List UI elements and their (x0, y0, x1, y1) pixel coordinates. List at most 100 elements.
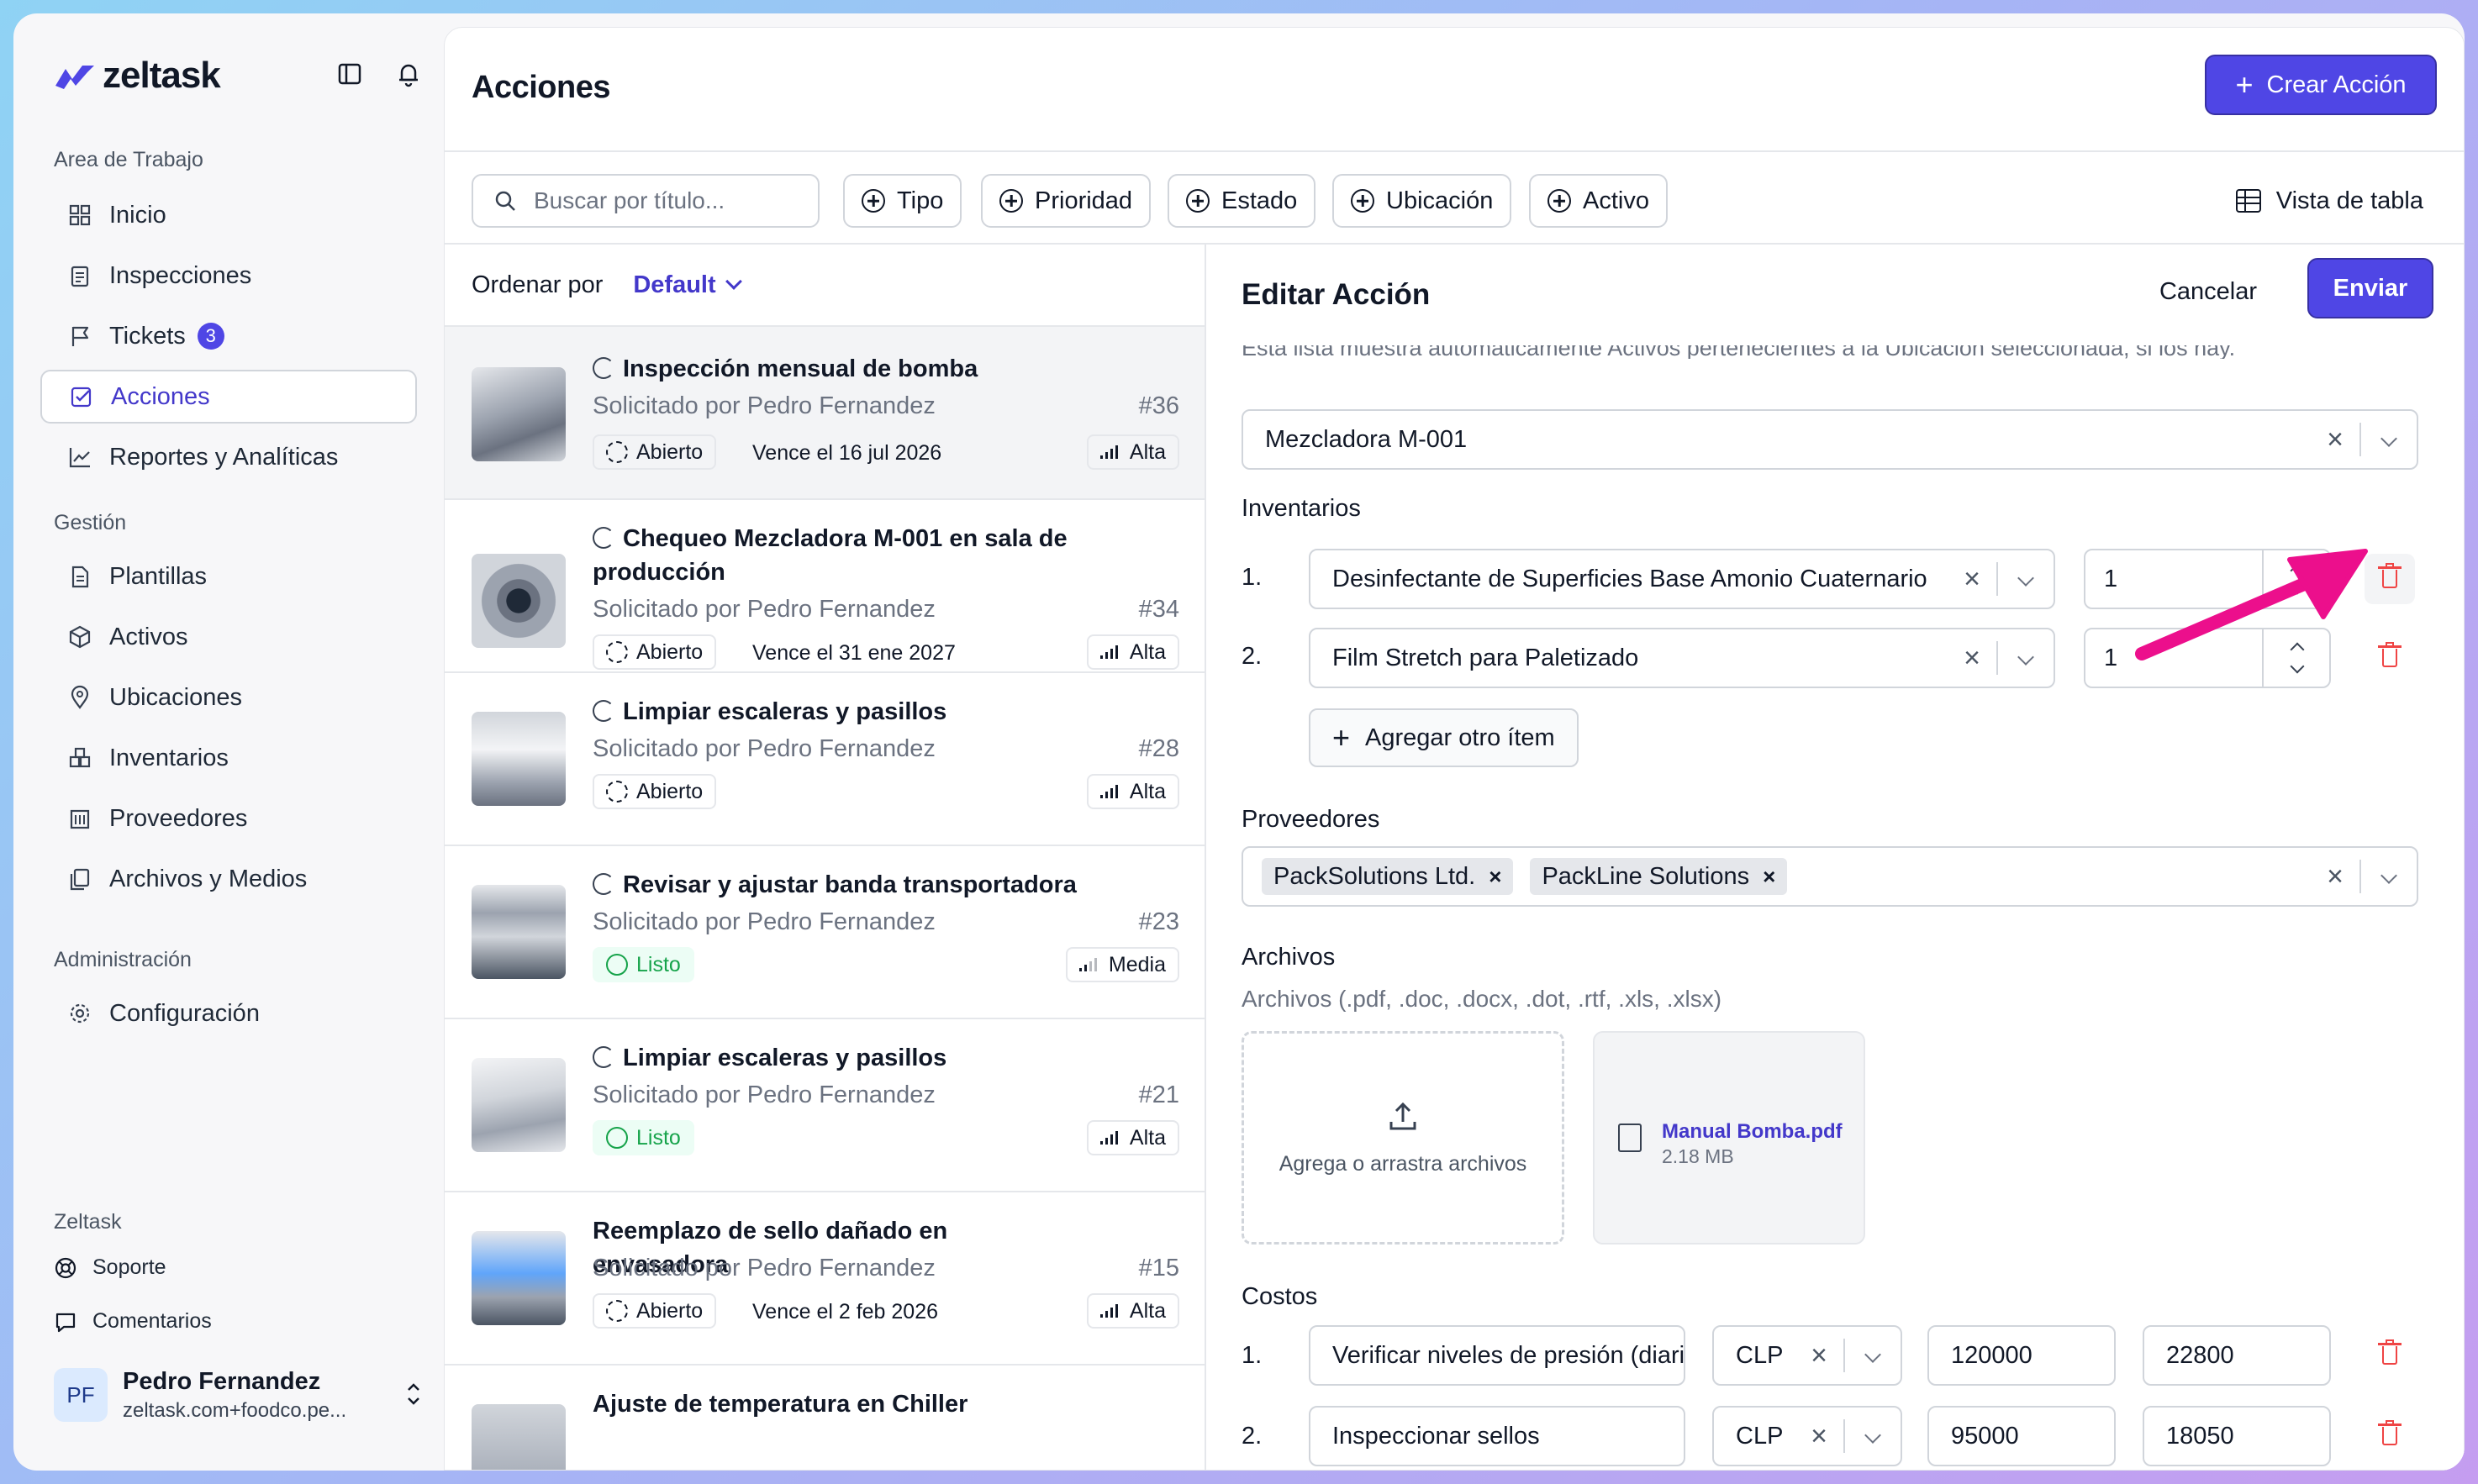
clear-icon[interactable]: × (1948, 642, 1996, 675)
file-name[interactable]: Manual Bomba.pdf (1662, 1120, 1843, 1144)
sidebar-item-archivos[interactable]: Archivos y Medios (40, 852, 417, 906)
asset-help-text: Esta lista muestra automáticamente Activ… (1242, 345, 2236, 359)
search-input[interactable]: Buscar por título... (472, 174, 820, 228)
action-title-text: Limpiar escaleras y pasillos (623, 698, 947, 725)
sidebar-item-reportes[interactable]: Reportes y Analíticas (40, 430, 417, 484)
clear-icon[interactable]: × (1795, 1339, 1843, 1372)
action-card[interactable]: Limpiar escaleras y pasillos Solicitado … (445, 1018, 1205, 1191)
cost-description-input[interactable]: Inspeccionar sellos (1309, 1406, 1685, 1466)
filter-chip-prioridad[interactable]: Prioridad (981, 174, 1152, 228)
table-view-toggle[interactable]: Vista de tabla (2235, 174, 2423, 228)
sidebar-item-ubicaciones[interactable]: Ubicaciones (40, 671, 417, 724)
action-card[interactable]: Limpiar escaleras y pasillos Solicitado … (445, 671, 1205, 845)
action-thumbnail (472, 367, 566, 461)
chevron-down-icon[interactable] (1845, 1408, 1901, 1465)
action-card[interactable]: Ajuste de temperatura en Chiller (445, 1364, 1205, 1470)
sidebar-item-plantillas[interactable]: Plantillas (40, 550, 417, 603)
feedback-label: Comentarios (92, 1309, 212, 1333)
inventory-item-select[interactable]: Film Stretch para Paletizado × (1309, 628, 2055, 688)
add-item-button[interactable]: + Agregar otro ítem (1309, 708, 1579, 767)
action-thumbnail (472, 712, 566, 806)
clear-icon[interactable]: × (2311, 860, 2359, 893)
clear-icon[interactable]: × (1948, 563, 1996, 596)
chevron-up-icon[interactable] (2290, 642, 2305, 657)
feedback-link[interactable]: Comentarios (54, 1309, 212, 1334)
sidebar-item-acciones[interactable]: Acciones (40, 370, 417, 424)
sidebar-item-inventarios[interactable]: Inventarios (40, 731, 417, 785)
delete-inventory-button[interactable] (2365, 554, 2415, 604)
sidebar-item-activos[interactable]: Activos (40, 610, 417, 664)
main-panel: Acciones + Crear Acción Buscar por títul… (444, 27, 2465, 1471)
chevron-up-icon[interactable] (2290, 563, 2305, 578)
create-action-button[interactable]: + Crear Acción (2205, 55, 2437, 115)
cost-tax-input[interactable]: 22800 (2143, 1325, 2331, 1386)
remove-tag-icon[interactable]: × (1489, 864, 1501, 890)
sidebar-item-tickets[interactable]: Tickets 3 (40, 309, 417, 363)
filter-chip-label: Tipo (897, 187, 944, 214)
cancel-button[interactable]: Cancelar (2159, 278, 2257, 306)
action-card[interactable]: Revisar y ajustar banda transportadora S… (445, 845, 1205, 1018)
chevron-up-down-icon[interactable] (403, 1380, 424, 1408)
action-title-text: Inspección mensual de bomba (623, 355, 978, 382)
avatar: PF (54, 1368, 108, 1422)
chevron-down-icon[interactable] (2290, 659, 2305, 674)
delete-cost-button[interactable] (2365, 1330, 2415, 1381)
delete-cost-button[interactable] (2365, 1411, 2415, 1461)
file-dropzone[interactable]: Agrega o arrastra archivos (1242, 1031, 1564, 1245)
inventory-label: Inventarios (1242, 495, 1361, 522)
files-label: Archivos (1242, 944, 1336, 971)
sidebar-toggle-icon[interactable] (335, 59, 365, 89)
attached-file[interactable]: Manual Bomba.pdf 2.18 MB (1593, 1031, 1865, 1245)
priority-badge: Alta (1086, 434, 1179, 470)
suppliers-multiselect[interactable]: PackSolutions Ltd. × PackLine Solutions × … (1242, 846, 2418, 907)
asset-select[interactable]: Mezcladora M-001 × (1242, 409, 2418, 470)
currency-select[interactable]: CLP × (1712, 1325, 1902, 1386)
chevron-down-icon[interactable] (2290, 580, 2305, 595)
sidebar-item-inicio[interactable]: Inicio (40, 188, 417, 242)
action-card[interactable]: Inspección mensual de bomba Solicitado p… (445, 325, 1205, 498)
chevron-down-icon[interactable] (2361, 848, 2417, 905)
due-date: Vence el 2 feb 2026 (752, 1300, 939, 1323)
submit-button[interactable]: Enviar (2307, 258, 2433, 318)
signal-bars-icon (1099, 645, 1118, 659)
clear-icon[interactable]: × (2311, 424, 2359, 456)
action-requester: Solicitado por Pedro Fernandez (593, 735, 936, 762)
sidebar-item-configuracion[interactable]: Configuración (40, 987, 417, 1040)
filter-chip-tipo[interactable]: Tipo (843, 174, 962, 228)
user-name: Pedro Fernandez (123, 1367, 321, 1395)
chevron-down-icon[interactable] (1998, 550, 2054, 608)
chevron-down-icon[interactable] (1845, 1327, 1901, 1384)
action-card[interactable]: Reemplazo de sello dañado en envasadora … (445, 1191, 1205, 1364)
bell-icon[interactable] (393, 59, 424, 89)
user-menu[interactable]: PF Pedro Fernandez zeltask.com+foodco.pe… (54, 1361, 424, 1429)
action-title: Limpiar escaleras y pasillos (593, 1041, 1080, 1075)
costs-label: Costos (1242, 1283, 1318, 1310)
cost-description-input[interactable]: Verificar niveles de presión (diario) (1309, 1325, 1685, 1386)
filter-chip-estado[interactable]: Estado (1168, 174, 1316, 228)
chevron-down-icon (725, 273, 742, 290)
cost-amount-input[interactable]: 95000 (1927, 1406, 2116, 1466)
cost-amount-input[interactable]: 120000 (1927, 1325, 2116, 1386)
currency-select[interactable]: CLP × (1712, 1406, 1902, 1466)
supplier-tag-label: PackLine Solutions (1542, 862, 1750, 890)
filter-chip-ubicacion[interactable]: Ubicación (1332, 174, 1512, 228)
sidebar-item-inspecciones[interactable]: Inspecciones (40, 249, 417, 303)
quantity-stepper[interactable]: 1 (2084, 628, 2331, 688)
chevron-down-icon[interactable] (2361, 411, 2417, 468)
clear-icon[interactable]: × (1795, 1420, 1843, 1453)
support-link[interactable]: Soporte (54, 1255, 166, 1280)
sidebar-item-proveedores[interactable]: Proveedores (40, 792, 417, 845)
chevron-down-icon[interactable] (1998, 629, 2054, 687)
user-email: zeltask.com+foodco.pe... (123, 1398, 347, 1422)
action-card[interactable]: Chequeo Mezcladora M-001 en sala de prod… (445, 498, 1205, 671)
filter-chip-activo[interactable]: Activo (1529, 174, 1668, 228)
inventory-item-select[interactable]: Desinfectante de Superficies Base Amonio… (1309, 549, 2055, 609)
cost-tax-input[interactable]: 18050 (2143, 1406, 2331, 1466)
delete-inventory-button[interactable] (2365, 633, 2415, 683)
stepper-buttons[interactable] (2262, 629, 2329, 687)
lifebuoy-icon (54, 1256, 77, 1280)
quantity-stepper[interactable]: 1 (2084, 549, 2331, 609)
remove-tag-icon[interactable]: × (1763, 864, 1775, 890)
stepper-buttons[interactable] (2262, 550, 2329, 608)
sort-dropdown[interactable]: Default (633, 271, 742, 299)
